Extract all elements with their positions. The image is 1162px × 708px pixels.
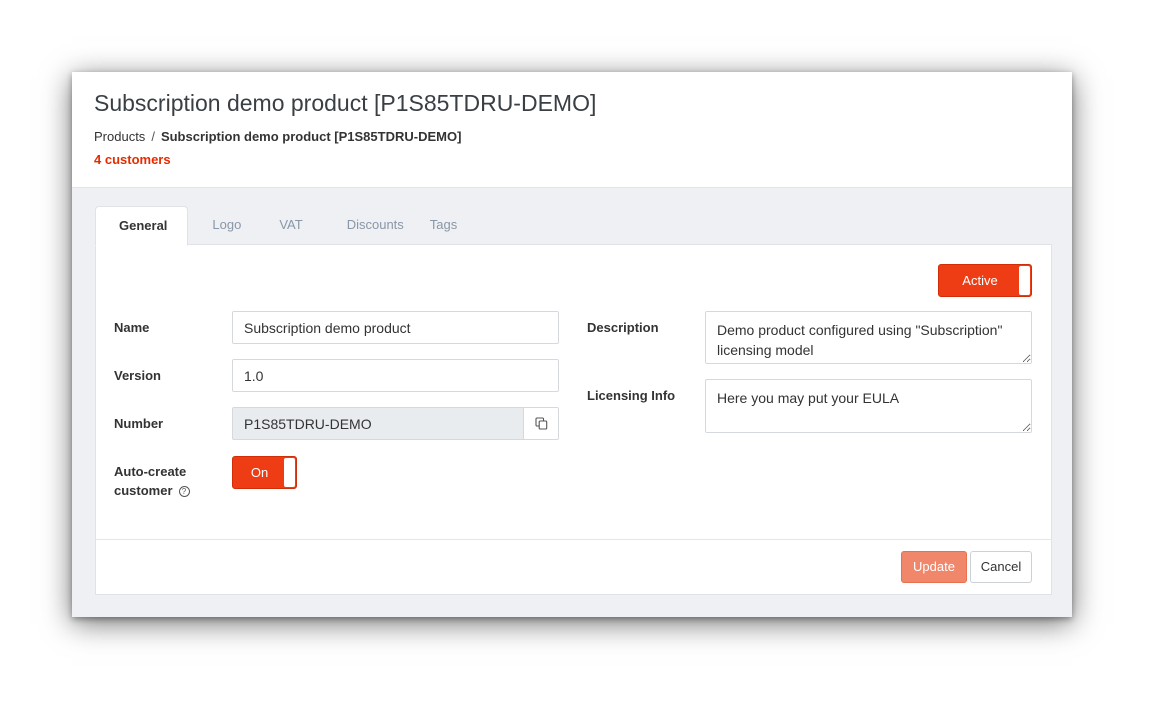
product-edit-window: Subscription demo product [P1S85TDRU-DEM… (72, 72, 1072, 617)
active-toggle-label: Active (962, 273, 998, 288)
licensing-info-label: Licensing Info (587, 388, 676, 403)
description-label: Description (587, 320, 659, 335)
tab-vat[interactable]: VAT (261, 206, 327, 244)
breadcrumb-products-link[interactable]: Products (94, 129, 145, 144)
licensing-info-textarea[interactable]: Here you may put your EULA (705, 379, 1032, 433)
number-input[interactable] (232, 407, 524, 440)
update-button[interactable]: Update (901, 551, 967, 583)
breadcrumb: Products / Subscription demo product [P1S8… (94, 129, 461, 144)
name-label: Name (114, 320, 150, 335)
active-status-toggle[interactable]: Active (938, 264, 1032, 297)
page-title: Subscription demo product [P1S85TDRU-DEM… (94, 90, 597, 116)
breadcrumb-current: Subscription demo product [P1S85TDRU-DEM… (160, 129, 462, 144)
tab-discounts[interactable]: Discounts (328, 206, 430, 244)
number-label: Number (114, 416, 164, 431)
auto-create-label-line1: Auto-create (114, 464, 187, 479)
general-tab-panel: Active Name Version Number Auto-create c… (95, 244, 1052, 595)
description-textarea[interactable]: Demo product configured using "Subscript… (705, 311, 1032, 364)
toggle-knob (284, 458, 295, 487)
tab-logo[interactable]: Logo (188, 206, 261, 244)
copy-number-button[interactable] (523, 407, 559, 440)
auto-create-label-line2: customer (114, 483, 173, 498)
page-header: Subscription demo product [P1S85TDRU-DEM… (72, 72, 1072, 188)
tab-general[interactable]: General (95, 206, 189, 246)
version-input[interactable] (232, 359, 559, 392)
cancel-button[interactable]: Cancel (970, 551, 1032, 583)
copy-icon (534, 417, 547, 430)
auto-create-customer-toggle[interactable]: On (232, 456, 297, 489)
breadcrumb-separator: / (151, 129, 155, 144)
name-input[interactable] (232, 311, 559, 344)
version-label: Version (114, 368, 161, 383)
tab-tags[interactable]: Tags (430, 206, 477, 244)
help-icon[interactable]: ? (178, 486, 190, 497)
toggle-knob (1019, 266, 1030, 295)
auto-create-label: Auto-create customer? (114, 462, 190, 500)
customers-count-link[interactable]: 4 customers (94, 152, 171, 167)
auto-create-toggle-label: On (250, 465, 269, 480)
tab-bar: General Logo VAT Discounts Tags (95, 206, 477, 246)
panel-footer: Update Cancel (96, 539, 1051, 594)
